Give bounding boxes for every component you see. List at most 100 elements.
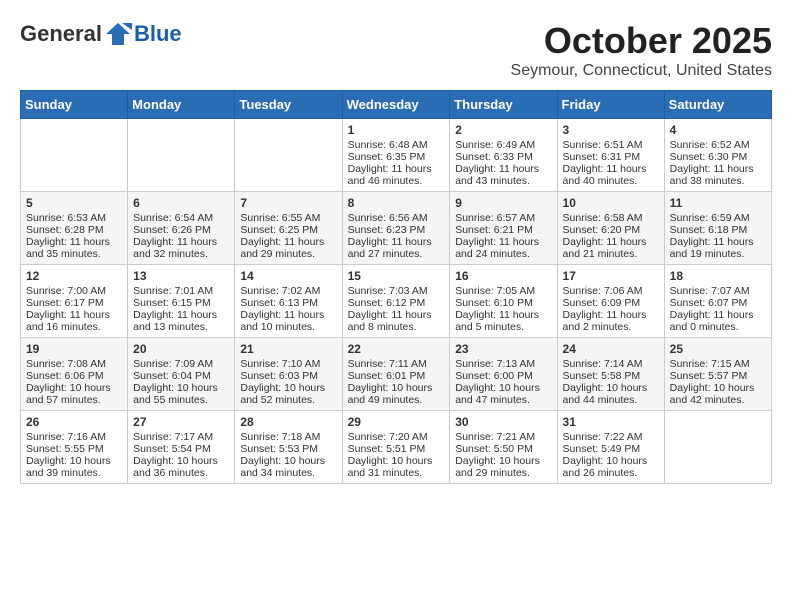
day-number: 3 — [563, 123, 659, 137]
day-info: Daylight: 11 hours and 8 minutes. — [348, 309, 445, 333]
calendar-cell: 30 Sunrise: 7:21 AMSunset: 5:50 PMDayligh… — [450, 411, 557, 484]
day-number: 5 — [26, 196, 122, 210]
day-number: 27 — [133, 415, 229, 429]
day-info: Sunset: 6:23 PM — [348, 224, 445, 236]
day-info: Daylight: 10 hours and 52 minutes. — [240, 382, 336, 406]
day-number: 21 — [240, 342, 336, 356]
calendar-cell — [21, 119, 128, 192]
day-info: Sunrise: 6:48 AM — [348, 139, 445, 151]
day-info: Daylight: 11 hours and 43 minutes. — [455, 163, 551, 187]
day-info: Daylight: 11 hours and 21 minutes. — [563, 236, 659, 260]
day-number: 8 — [348, 196, 445, 210]
day-info: Daylight: 11 hours and 29 minutes. — [240, 236, 336, 260]
day-number: 16 — [455, 269, 551, 283]
calendar-cell: 5Sunrise: 6:53 AMSunset: 6:28 PMDaylight… — [21, 192, 128, 265]
calendar-cell: 27Sunrise: 7:17 AMSunset: 5:54 PMDayligh… — [128, 411, 235, 484]
day-info: Sunrise: 6:57 AM — [455, 212, 551, 224]
day-info: Sunrise: 7:06 AM — [563, 285, 659, 297]
calendar-cell: 22Sunrise: 7:11 AMSunset: 6:01 PMDayligh… — [342, 338, 450, 411]
day-info: Sunset: 6:17 PM — [26, 297, 122, 309]
calendar-cell: 12Sunrise: 7:00 AMSunset: 6:17 PMDayligh… — [21, 265, 128, 338]
day-info: Sunrise: 7:00 AM — [26, 285, 122, 297]
day-info: Sunrise: 7:02 AM — [240, 285, 336, 297]
day-number: 15 — [348, 269, 445, 283]
day-number: 20 — [133, 342, 229, 356]
day-info: Daylight: 11 hours and 0 minutes. — [670, 309, 766, 333]
day-info: Sunset: 5:58 PM — [563, 370, 659, 382]
logo-icon — [104, 20, 132, 48]
day-info: Sunrise: 6:59 AM — [670, 212, 766, 224]
calendar-cell: 29Sunrise: 7:20 AMSunset: 5:51 PMDayligh… — [342, 411, 450, 484]
page-header: General Blue October 2025 Seymour, Conne… — [20, 20, 772, 80]
calendar-cell: 28Sunrise: 7:18 AMSunset: 5:53 PMDayligh… — [235, 411, 342, 484]
calendar-cell — [128, 119, 235, 192]
day-info: Sunrise: 6:53 AM — [26, 212, 122, 224]
calendar-cell: 4Sunrise: 6:52 AMSunset: 6:30 PMDaylight… — [664, 119, 771, 192]
day-info: Sunset: 6:28 PM — [26, 224, 122, 236]
calendar-cell: 18Sunrise: 7:07 AMSunset: 6:07 PMDayligh… — [664, 265, 771, 338]
day-info: Sunset: 5:50 PM — [455, 443, 551, 455]
day-info: Sunset: 6:33 PM — [455, 151, 551, 163]
day-info: Daylight: 11 hours and 38 minutes. — [670, 163, 766, 187]
day-info: Sunrise: 6:49 AM — [455, 139, 551, 151]
day-info: Sunset: 6:04 PM — [133, 370, 229, 382]
day-info: Sunset: 6:09 PM — [563, 297, 659, 309]
day-info: Daylight: 10 hours and 29 minutes. — [455, 455, 551, 479]
day-number: 10 — [563, 196, 659, 210]
day-info: Daylight: 10 hours and 26 minutes. — [563, 455, 659, 479]
day-number: 1 — [348, 123, 445, 137]
day-info: Daylight: 11 hours and 13 minutes. — [133, 309, 229, 333]
day-info: Sunset: 6:15 PM — [133, 297, 229, 309]
day-info: Daylight: 11 hours and 19 minutes. — [670, 236, 766, 260]
day-number: 7 — [240, 196, 336, 210]
day-number: 25 — [670, 342, 766, 356]
calendar-cell: 23Sunrise: 7:13 AMSunset: 6:00 PMDayligh… — [450, 338, 557, 411]
day-number: 17 — [563, 269, 659, 283]
day-number: 11 — [670, 196, 766, 210]
title-section: October 2025 Seymour, Connecticut, Unite… — [511, 20, 772, 80]
day-info: Sunrise: 7:07 AM — [670, 285, 766, 297]
day-info: Sunset: 6:30 PM — [670, 151, 766, 163]
day-number: 30 — [455, 415, 551, 429]
calendar-cell: 16Sunrise: 7:05 AMSunset: 6:10 PMDayligh… — [450, 265, 557, 338]
logo: General Blue — [20, 20, 182, 48]
day-info: Sunset: 6:31 PM — [563, 151, 659, 163]
day-info: Sunset: 6:07 PM — [670, 297, 766, 309]
calendar-cell: 20Sunrise: 7:09 AMSunset: 6:04 PMDayligh… — [128, 338, 235, 411]
calendar-cell — [235, 119, 342, 192]
calendar-week-row: 12Sunrise: 7:00 AMSunset: 6:17 PMDayligh… — [21, 265, 772, 338]
day-info: Sunrise: 7:22 AM — [563, 431, 659, 443]
calendar-cell: 1Sunrise: 6:48 AMSunset: 6:35 PMDaylight… — [342, 119, 450, 192]
calendar-week-row: 1Sunrise: 6:48 AMSunset: 6:35 PMDaylight… — [21, 119, 772, 192]
day-info: Daylight: 10 hours and 49 minutes. — [348, 382, 445, 406]
calendar-table: SundayMondayTuesdayWednesdayThursdayFrid… — [20, 90, 772, 484]
day-info: Daylight: 10 hours and 44 minutes. — [563, 382, 659, 406]
day-info: Sunrise: 6:55 AM — [240, 212, 336, 224]
calendar-cell: 11Sunrise: 6:59 AMSunset: 6:18 PMDayligh… — [664, 192, 771, 265]
calendar-cell: 14Sunrise: 7:02 AMSunset: 6:13 PMDayligh… — [235, 265, 342, 338]
calendar-cell: 7Sunrise: 6:55 AMSunset: 6:25 PMDaylight… — [235, 192, 342, 265]
day-info: Sunset: 6:10 PM — [455, 297, 551, 309]
day-number: 19 — [26, 342, 122, 356]
day-info: Daylight: 11 hours and 32 minutes. — [133, 236, 229, 260]
weekday-header-sunday: Sunday — [21, 91, 128, 119]
day-info: Sunrise: 7:10 AM — [240, 358, 336, 370]
day-info: Sunrise: 7:20 AM — [348, 431, 445, 443]
day-info: Sunrise: 7:21 AM — [455, 431, 551, 443]
day-info: Sunrise: 7:13 AM — [455, 358, 551, 370]
weekday-header-wednesday: Wednesday — [342, 91, 450, 119]
day-info: Daylight: 10 hours and 34 minutes. — [240, 455, 336, 479]
day-info: Daylight: 10 hours and 42 minutes. — [670, 382, 766, 406]
calendar-cell: 9Sunrise: 6:57 AMSunset: 6:21 PMDaylight… — [450, 192, 557, 265]
calendar-cell: 6Sunrise: 6:54 AMSunset: 6:26 PMDaylight… — [128, 192, 235, 265]
calendar-cell: 26Sunrise: 7:16 AMSunset: 5:55 PMDayligh… — [21, 411, 128, 484]
day-info: Daylight: 11 hours and 27 minutes. — [348, 236, 445, 260]
day-number: 31 — [563, 415, 659, 429]
calendar-cell: 17Sunrise: 7:06 AMSunset: 6:09 PMDayligh… — [557, 265, 664, 338]
day-number: 23 — [455, 342, 551, 356]
day-info: Sunrise: 7:08 AM — [26, 358, 122, 370]
day-number: 29 — [348, 415, 445, 429]
day-info: Sunset: 6:13 PM — [240, 297, 336, 309]
day-number: 14 — [240, 269, 336, 283]
calendar-cell: 13Sunrise: 7:01 AMSunset: 6:15 PMDayligh… — [128, 265, 235, 338]
